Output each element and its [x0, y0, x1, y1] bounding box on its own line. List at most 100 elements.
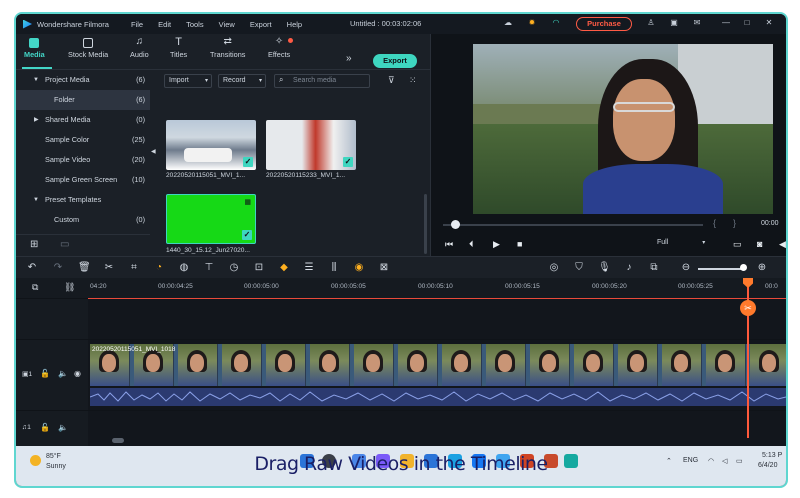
skip-back-icon[interactable]: ⏮ [445, 239, 453, 250]
speaker-icon[interactable]: 🔈 [58, 423, 68, 432]
filter-icon[interactable]: ⊽ [388, 75, 395, 86]
menu-tools[interactable]: Tools [186, 20, 204, 29]
menu-help[interactable]: Help [287, 20, 302, 29]
tree-item-sample-green-screen[interactable]: Sample Green Screen (10) [16, 170, 150, 190]
scissors-icon[interactable]: ✂ [740, 300, 756, 316]
tab-audio[interactable]: ♫ Audio [130, 37, 149, 60]
new-folder-icon[interactable]: ⊞ [30, 239, 38, 250]
audio-mix-icon[interactable]: ⫼ [328, 262, 340, 274]
folder-icon[interactable]: ▭ [60, 239, 69, 250]
panel-collapse-arrow-icon[interactable]: ◀ [151, 148, 156, 155]
zoom-slider-knob[interactable] [740, 264, 747, 271]
zoom-out-icon[interactable]: ⊖ [680, 262, 692, 274]
quality-dropdown[interactable]: Full ▾ [657, 239, 705, 246]
ai-icon[interactable]: ◉ [353, 262, 365, 274]
color-icon[interactable]: ◍ [178, 262, 190, 274]
media-thumb-2[interactable]: ✓ [266, 120, 356, 170]
tree-item-custom[interactable]: Custom (0) [16, 210, 150, 230]
lock-icon[interactable]: 🔓 [40, 369, 50, 378]
tree-item-sample-video[interactable]: Sample Video (20) [16, 150, 150, 170]
clock-date[interactable]: 6/4/20 [758, 462, 777, 469]
tab-media[interactable]: Media [24, 38, 45, 59]
media-scrollbar[interactable] [424, 194, 427, 254]
media-thumb-3[interactable]: ▦ ✓ [166, 194, 256, 244]
display-icon[interactable]: ▭ [733, 239, 742, 250]
tab-stock-media[interactable]: Stock Media [68, 38, 108, 59]
more-chevrons-icon[interactable]: » [346, 53, 352, 64]
keyframe-icon[interactable]: ◆ [278, 262, 290, 274]
export-button[interactable]: Export [373, 54, 417, 68]
redo-icon[interactable]: ↷ [52, 262, 64, 274]
stamp-icon[interactable]: ⊤ [203, 262, 215, 274]
import-dropdown[interactable]: Import ▾ [164, 74, 212, 88]
render-icon[interactable]: ◎ [548, 262, 560, 274]
marker-icon[interactable]: ⛉ [573, 262, 585, 274]
menu-export[interactable]: Export [250, 20, 272, 29]
clock-time[interactable]: 5:13 P [762, 452, 782, 459]
tray-chevron-icon[interactable]: ⌃ [666, 457, 672, 465]
zoom-in-icon[interactable]: ⊕ [756, 262, 768, 274]
pip-icon[interactable]: ⧉ [648, 262, 660, 274]
speaker-icon[interactable]: 🔈 [58, 369, 68, 378]
link-icon[interactable]: ⛓ [64, 282, 75, 293]
eye-icon[interactable]: ◉ [74, 369, 81, 378]
timeline-ruler[interactable]: ⧉ ⛓ 04:20 00:00:04:25 00:00:05:00 00:00:… [16, 278, 786, 298]
maximize-icon[interactable]: □ [742, 18, 752, 28]
voiceover-list-icon[interactable]: ♪ [623, 262, 635, 274]
tab-titles[interactable]: T Titles [170, 37, 187, 60]
mark-in-icon[interactable]: { [713, 218, 716, 228]
add-track-icon[interactable]: ⧉ [32, 282, 38, 293]
tree-item-sample-color[interactable]: Sample Color (25) [16, 130, 150, 150]
menu-view[interactable]: View [219, 20, 235, 29]
account-icon[interactable]: ♙ [646, 18, 656, 28]
tab-transitions[interactable]: ⇄ Transitions [210, 37, 245, 60]
grid-view-icon[interactable]: ⁙ [409, 75, 417, 86]
tree-item-preset-templates[interactable]: ▼ Preset Templates [16, 190, 150, 210]
battery-icon[interactable]: ▭ [736, 457, 743, 465]
bulb-icon[interactable]: ✹ [527, 18, 537, 28]
speed-icon[interactable]: ◔ [153, 262, 165, 274]
wifi-icon[interactable]: ◠ [708, 457, 714, 465]
export-frame-icon[interactable]: ⊠ [378, 262, 390, 274]
undo-icon[interactable]: ↶ [26, 262, 38, 274]
audio-waveform[interactable] [90, 388, 786, 406]
menu-file[interactable]: File [131, 20, 143, 29]
mail-icon[interactable]: ✉ [692, 18, 702, 28]
adjust-icon[interactable]: ☰ [303, 262, 315, 274]
media-thumb-1[interactable]: ✓ [166, 120, 256, 170]
speaker-tray-icon[interactable]: ◁ [722, 457, 727, 465]
cut-icon[interactable]: ✂ [103, 262, 115, 274]
microphone-icon[interactable]: 🎙 [598, 262, 611, 274]
cloud-icon[interactable]: ☁ [503, 18, 513, 28]
frame-back-icon[interactable]: ⏴ [469, 239, 474, 250]
language-indicator[interactable]: ENG [683, 457, 698, 464]
menu-edit[interactable]: Edit [158, 20, 171, 29]
purchase-button[interactable]: Purchase [576, 17, 632, 31]
close-icon[interactable]: ✕ [764, 18, 774, 28]
search-input[interactable]: Search media [274, 74, 370, 88]
headset-icon[interactable]: ◠ [551, 18, 561, 28]
crop-icon[interactable]: ⌗ [128, 262, 140, 274]
lock-icon[interactable]: 🔓 [40, 423, 50, 432]
tree-item-shared-media[interactable]: ▶ Shared Media (0) [16, 110, 150, 130]
tree-item-project-media[interactable]: ▼ Project Media (6) [16, 70, 150, 90]
playback-scrubber[interactable] [443, 224, 703, 226]
minimize-icon[interactable]: — [721, 18, 731, 28]
tree-item-folder[interactable]: Folder (6) [16, 90, 150, 110]
delete-icon[interactable]: 🗑 [78, 262, 91, 274]
record-dropdown[interactable]: Record ▾ [218, 74, 266, 88]
stop-icon[interactable]: ■ [517, 239, 522, 249]
fit-icon[interactable]: ⊡ [253, 262, 265, 274]
timer-icon[interactable]: ◷ [228, 262, 240, 274]
play-icon[interactable]: ▶ [493, 239, 500, 250]
volume-icon[interactable]: ◀ [779, 239, 786, 250]
audio-track[interactable] [88, 411, 786, 446]
mark-out-icon[interactable]: } [733, 218, 736, 228]
video-clip[interactable] [90, 344, 786, 386]
snapshot-icon[interactable]: ◙ [757, 239, 762, 249]
empty-track-area[interactable] [88, 299, 786, 339]
zoom-slider[interactable] [698, 268, 744, 270]
save-icon[interactable]: ▣ [669, 18, 679, 28]
timeline-scrollbar[interactable] [112, 438, 124, 443]
tab-effects[interactable]: ✧ Effects [268, 37, 290, 60]
